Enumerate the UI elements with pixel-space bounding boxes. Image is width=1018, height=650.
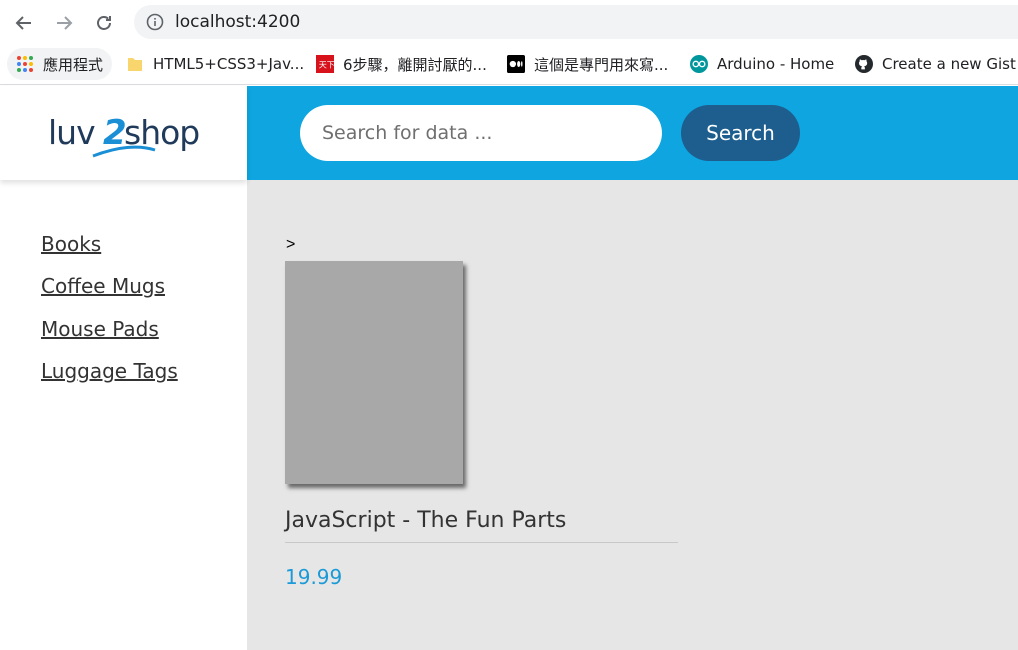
bookmark-label: Arduino - Home: [717, 55, 835, 73]
bookmark-label: 應用程式: [43, 55, 104, 74]
stray-text: >: [286, 236, 296, 253]
product-image[interactable]: [285, 261, 463, 484]
github-icon: [855, 55, 873, 73]
bookmark-apps[interactable]: 應用程式: [7, 48, 113, 80]
url-text: localhost:4200: [175, 12, 301, 32]
category-link-books[interactable]: Books: [41, 232, 101, 256]
bookmark-html5[interactable]: HTML5+CSS3+Jav...: [126, 48, 304, 80]
forward-button[interactable]: [50, 9, 78, 37]
info-icon: [146, 13, 164, 31]
browser-toolbar: localhost:4200: [0, 0, 1018, 44]
medium-icon: [507, 55, 525, 73]
category-link-mouse-pads[interactable]: Mouse Pads: [41, 317, 159, 341]
product-list-area: > JavaScript - The Fun Parts 19.99: [247, 180, 1018, 650]
address-bar[interactable]: localhost:4200: [134, 5, 1018, 39]
category-sidebar: Books Coffee Mugs Mouse Pads Luggage Tag…: [0, 180, 247, 650]
category-link-luggage-tags[interactable]: Luggage Tags: [41, 359, 178, 383]
logo-text-luv: luv: [48, 113, 95, 152]
site-red-icon: 天下: [316, 55, 334, 73]
bookmark-label: HTML5+CSS3+Jav...: [153, 55, 305, 73]
bookmarks-bar: 應用程式 HTML5+CSS3+Jav... 天下 6步驟，離開討厭的... 這…: [0, 44, 1018, 85]
search-button[interactable]: Search: [681, 105, 800, 161]
product-name[interactable]: JavaScript - The Fun Parts: [285, 508, 566, 533]
folder-icon: [126, 55, 144, 73]
bookmark-gist[interactable]: Create a new Gist: [855, 48, 1016, 80]
search-input[interactable]: [300, 105, 662, 161]
bookmark-label: 這個是專門用來寫...: [534, 55, 669, 74]
app-root: luv 2 shop Search Books Coffee Mugs Mous…: [0, 86, 1018, 650]
product-divider: [285, 542, 678, 543]
back-arrow-icon: [15, 16, 31, 30]
luv2shop-logo[interactable]: luv 2 shop: [45, 104, 205, 164]
apps-grid-icon: [16, 55, 34, 73]
arduino-icon: [690, 55, 708, 73]
category-link-coffee-mugs[interactable]: Coffee Mugs: [41, 274, 165, 298]
bookmark-arduino[interactable]: Arduino - Home: [690, 48, 834, 80]
bookmark-label: Create a new Gist: [882, 55, 1016, 73]
back-button[interactable]: [10, 9, 38, 37]
product-price: 19.99: [285, 565, 343, 589]
logo-area: luv 2 shop: [0, 86, 247, 180]
reload-icon: [97, 16, 111, 30]
svg-text:天下: 天下: [319, 60, 334, 70]
bookmark-label: 6步驟，離開討厭的...: [343, 55, 487, 74]
bookmark-medium[interactable]: 這個是專門用來寫...: [507, 48, 668, 80]
forward-arrow-icon: [57, 16, 73, 30]
reload-button[interactable]: [90, 9, 118, 37]
header-bar: Search: [247, 86, 1018, 180]
bookmark-6steps[interactable]: 天下 6步驟，離開討厭的...: [316, 48, 487, 80]
